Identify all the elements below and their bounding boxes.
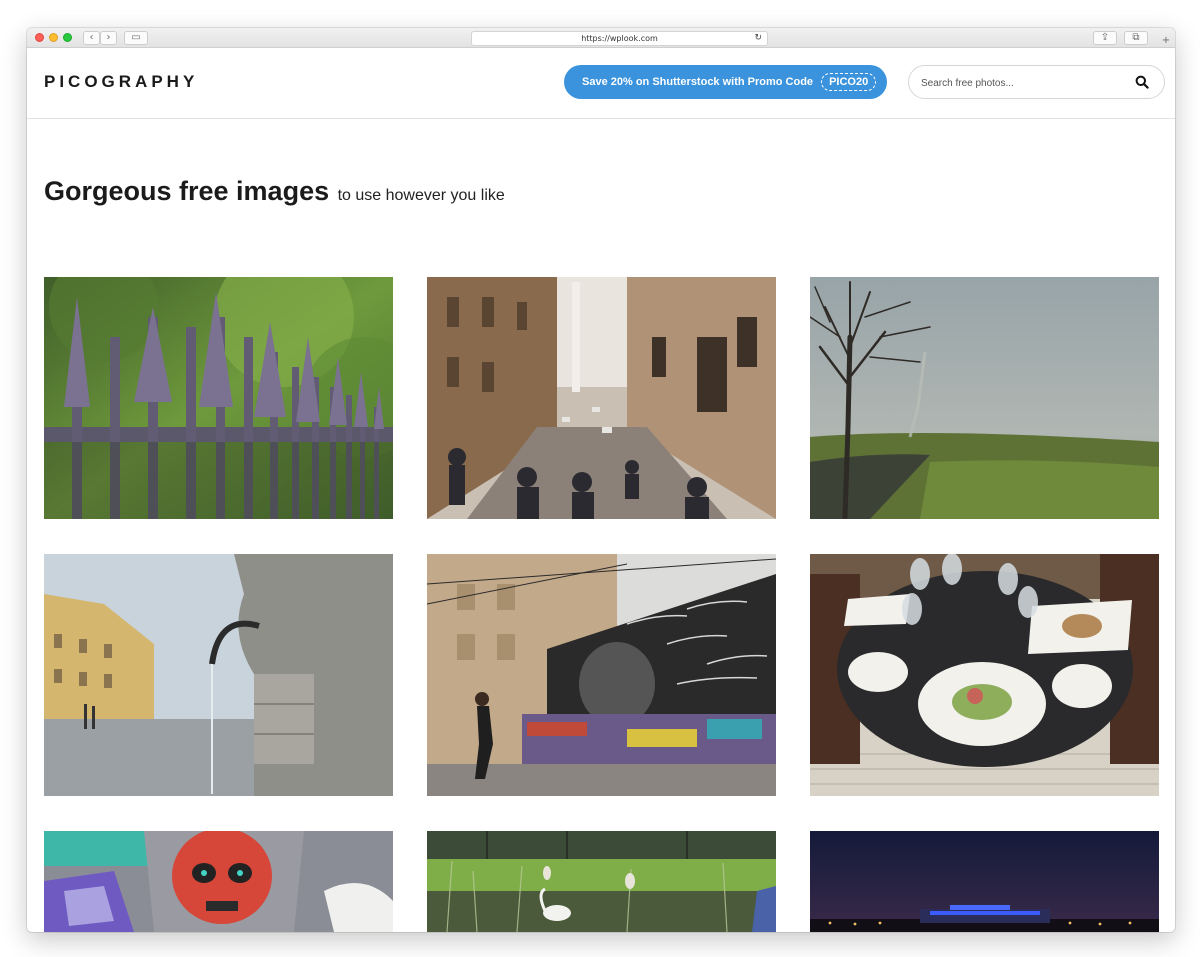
photo-graffiti-runner[interactable] bbox=[427, 554, 776, 796]
zoom-window-button[interactable] bbox=[63, 33, 72, 42]
water-fountain-photo bbox=[44, 554, 393, 796]
search-box bbox=[908, 65, 1165, 99]
iron-fence-photo bbox=[44, 277, 393, 519]
photo-rome-street[interactable] bbox=[427, 277, 776, 519]
sidebar-toggle-button[interactable]: ▭ bbox=[124, 31, 148, 45]
promo-code-badge: PICO20 bbox=[821, 73, 877, 91]
plus-icon: + bbox=[1161, 35, 1171, 46]
chevron-right-icon: › bbox=[106, 32, 111, 43]
night-city-photo bbox=[810, 831, 1159, 932]
tabs-icon: ⧉ bbox=[1132, 32, 1140, 43]
page-title: Gorgeous free images bbox=[44, 176, 330, 206]
search-input[interactable] bbox=[921, 74, 1121, 92]
share-button[interactable]: ⇪ bbox=[1093, 31, 1117, 45]
reload-icon[interactable]: ↻ bbox=[754, 33, 762, 43]
photo-swan-pond[interactable] bbox=[427, 831, 776, 932]
browser-toolbar: ‹ › ▭ https://wplook.com ↻ ⇪ ⧉ + bbox=[27, 28, 1175, 48]
swan-pond-photo bbox=[427, 831, 776, 932]
back-button[interactable]: ‹ bbox=[83, 31, 100, 45]
new-tab-button[interactable]: + bbox=[1158, 34, 1174, 48]
photo-night-city[interactable] bbox=[810, 831, 1159, 932]
sidebar-icon: ▭ bbox=[131, 32, 141, 43]
minimize-window-button[interactable] bbox=[49, 33, 58, 42]
url-text: https://wplook.com bbox=[581, 34, 658, 43]
hero-heading: Gorgeous free images to use however you … bbox=[44, 176, 505, 207]
search-icon[interactable] bbox=[1135, 75, 1149, 89]
photo-foggy-tree[interactable] bbox=[810, 277, 1159, 519]
forward-button[interactable]: › bbox=[100, 31, 117, 45]
rome-street-photo bbox=[427, 277, 776, 519]
photo-skull-graffiti[interactable] bbox=[44, 831, 393, 932]
promo-button[interactable]: Save 20% on Shutterstock with Promo Code… bbox=[564, 65, 887, 99]
site-logo[interactable]: PICOGRAPHY bbox=[44, 72, 198, 92]
share-icon: ⇪ bbox=[1100, 32, 1110, 43]
promo-label: Save 20% on Shutterstock with Promo Code bbox=[582, 76, 814, 88]
close-window-button[interactable] bbox=[35, 33, 44, 42]
dining-table-photo bbox=[810, 554, 1159, 796]
photo-dining-table[interactable] bbox=[810, 554, 1159, 796]
chevron-left-icon: ‹ bbox=[89, 32, 94, 43]
page-subtitle: to use however you like bbox=[337, 187, 505, 204]
address-bar[interactable]: https://wplook.com ↻ bbox=[471, 31, 768, 46]
show-tabs-button[interactable]: ⧉ bbox=[1124, 31, 1148, 45]
photo-iron-fence[interactable] bbox=[44, 277, 393, 519]
skull-graffiti-photo bbox=[44, 831, 393, 932]
photo-water-fountain[interactable] bbox=[44, 554, 393, 796]
foggy-tree-photo bbox=[810, 277, 1159, 519]
graffiti-runner-photo bbox=[427, 554, 776, 796]
browser-window: ‹ › ▭ https://wplook.com ↻ ⇪ ⧉ + PICOGRA… bbox=[27, 28, 1175, 932]
site-header: PICOGRAPHY Save 20% on Shutterstock with… bbox=[27, 48, 1175, 119]
